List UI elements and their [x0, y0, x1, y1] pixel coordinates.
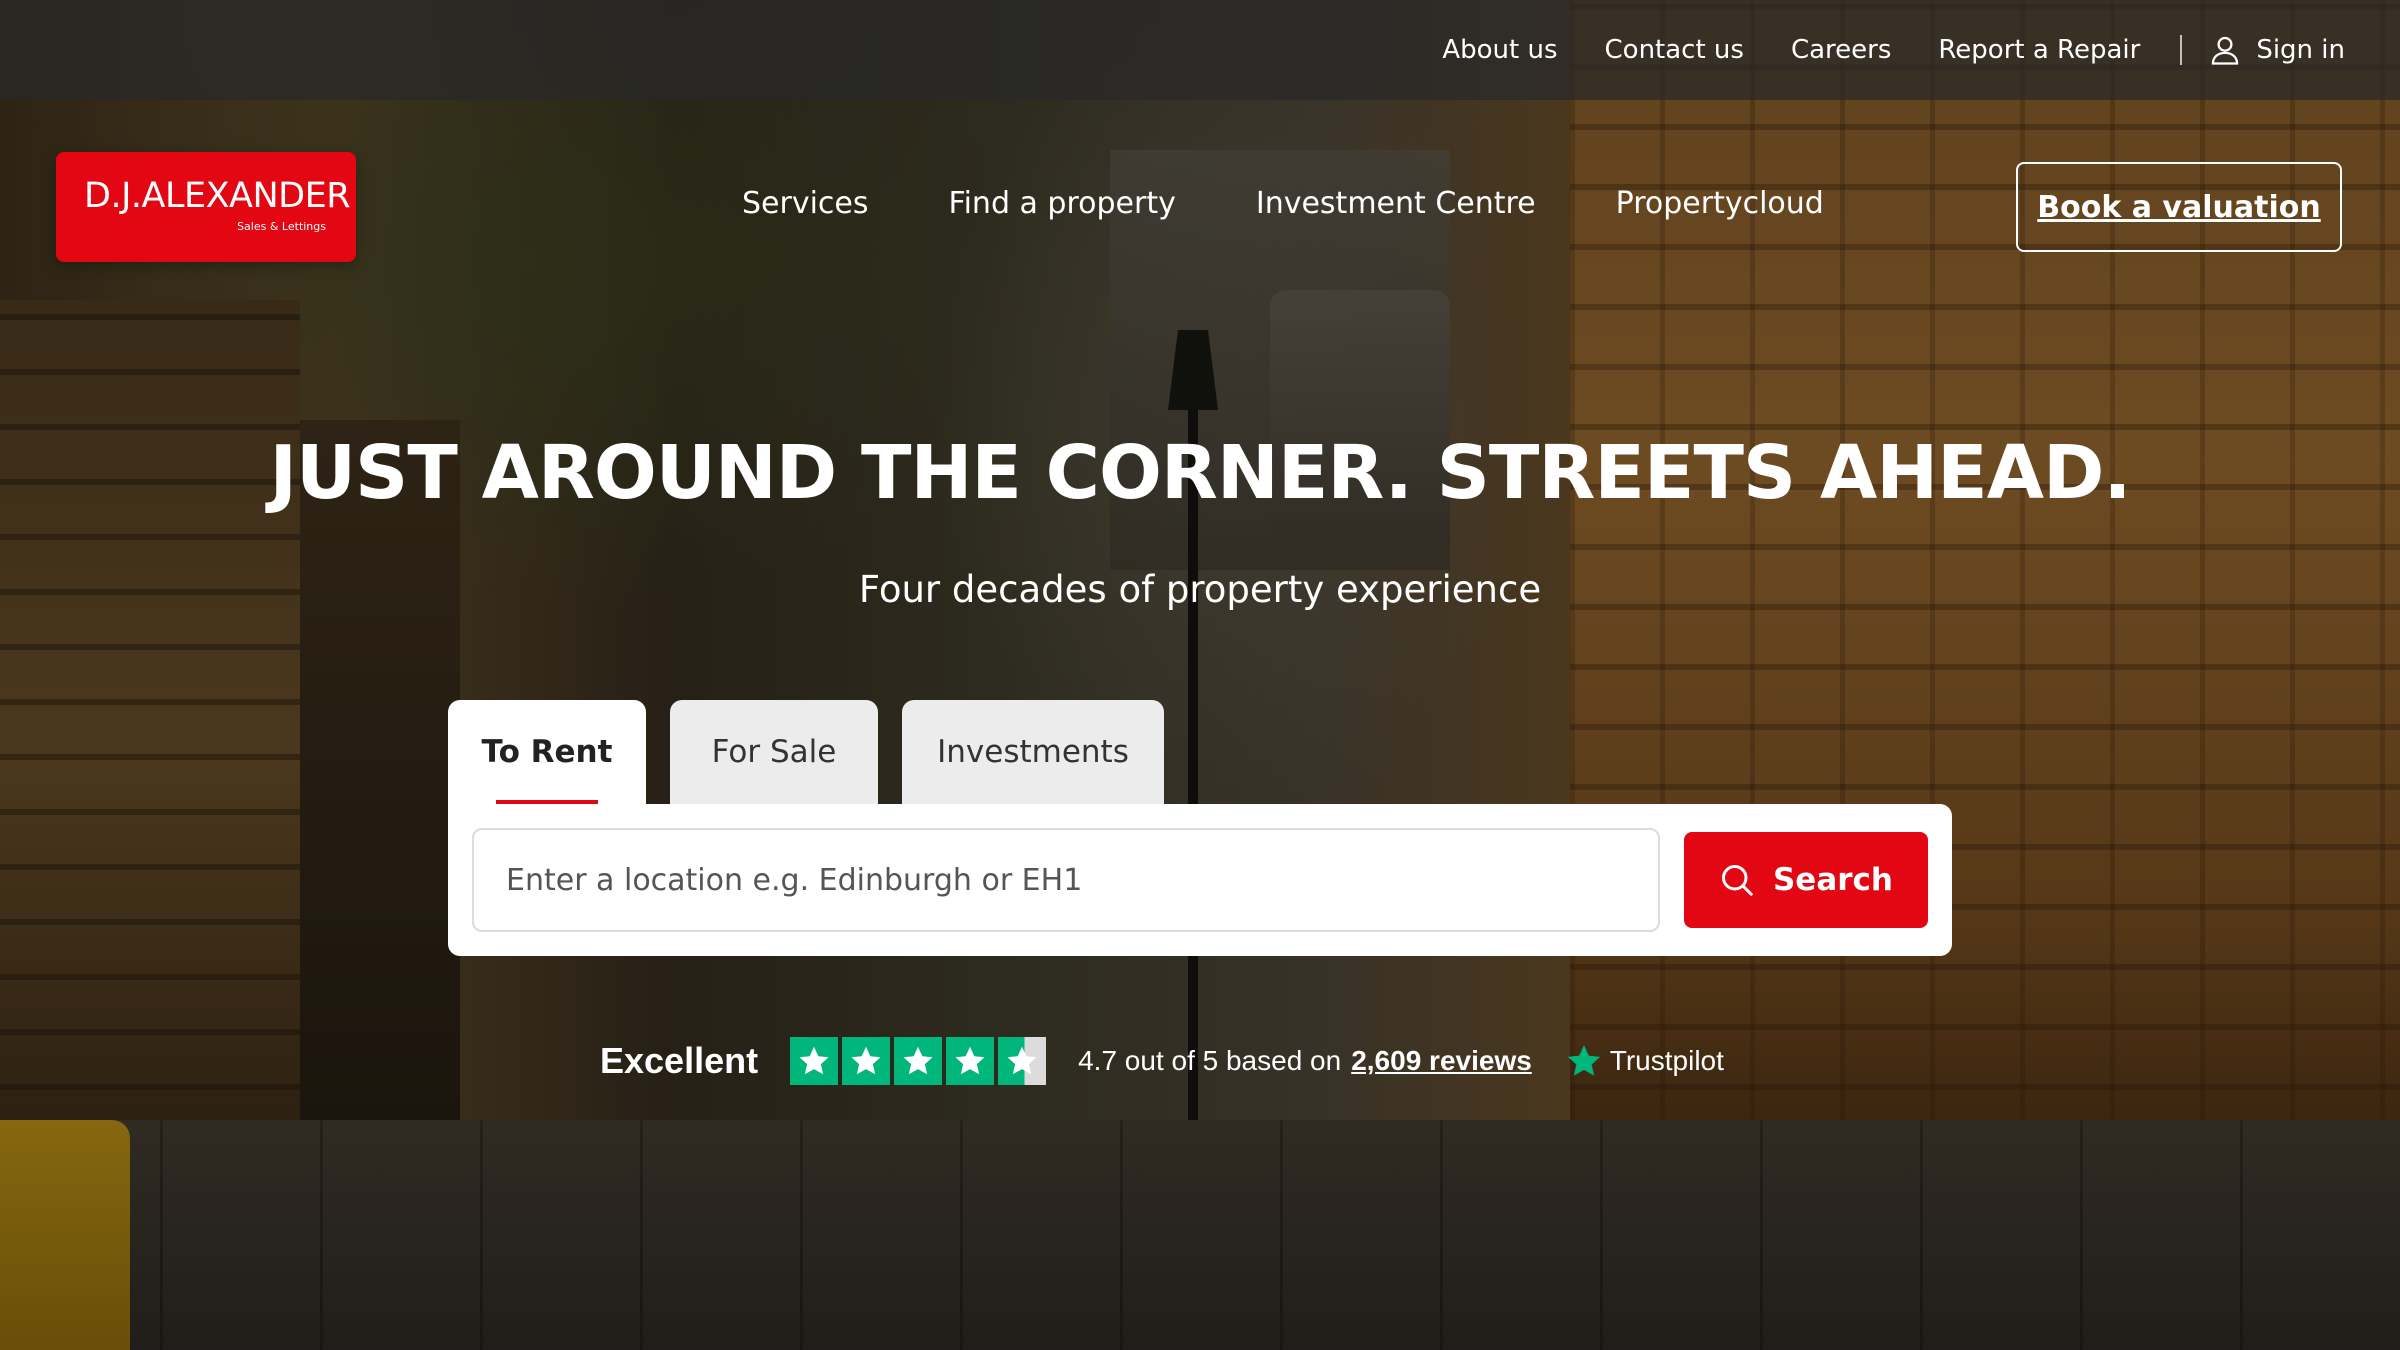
nav-investment-centre[interactable]: Investment Centre — [1256, 186, 1536, 221]
user-icon — [2212, 36, 2239, 65]
star-icon — [842, 1037, 891, 1085]
trustpilot-reviews-link[interactable]: 2,609 reviews — [1351, 1045, 1532, 1077]
tab-investments-label: Investments — [937, 734, 1129, 770]
report-repair-link[interactable]: Report a Repair — [1938, 35, 2140, 65]
trustpilot-brand: Trustpilot — [1609, 1045, 1724, 1076]
half-star-icon — [998, 1037, 1047, 1085]
hero-title: JUST AROUND THE CORNER. STREETS AHEAD. — [269, 430, 2131, 516]
contact-us-link[interactable]: Contact us — [1605, 35, 1744, 65]
trustpilot-verdict: Excellent — [600, 1040, 759, 1081]
utility-bar: About us Contact us Careers Report a Rep… — [0, 0, 2400, 100]
nav-propertycloud[interactable]: Propertycloud — [1616, 186, 1824, 221]
search-button[interactable]: Search — [1684, 832, 1928, 928]
nav-services[interactable]: Services — [742, 186, 869, 221]
utility-nav: About us Contact us Careers Report a Rep… — [1442, 0, 2345, 100]
trustpilot-stars — [790, 1037, 1047, 1085]
dj-alexander-logo[interactable]: D.J.ALEXANDER Sales & Lettings — [56, 152, 356, 262]
search-panel: Search — [448, 804, 1952, 956]
sign-in-label: Sign in — [2256, 35, 2345, 65]
tab-investments[interactable]: Investments — [902, 700, 1164, 804]
tab-to-rent[interactable]: To Rent — [448, 700, 646, 804]
logo-tagline: Sales & Lettings — [237, 220, 326, 233]
main-nav: Services Find a property Investment Cent… — [742, 186, 1904, 221]
location-search-input[interactable] — [472, 828, 1660, 932]
book-valuation-button[interactable]: Book a valuation — [2016, 162, 2342, 252]
about-us-link[interactable]: About us — [1442, 35, 1557, 65]
hero-subtitle: Four decades of property experience — [858, 568, 1542, 611]
logo-wordmark: D.J.ALEXANDER — [84, 176, 351, 216]
nav-find-property[interactable]: Find a property — [949, 186, 1176, 221]
star-icon — [790, 1037, 839, 1085]
tab-for-sale-label: For Sale — [711, 734, 837, 770]
careers-link[interactable]: Careers — [1791, 35, 1891, 65]
trustpilot-rating-text: 4.7 out of 5 based on — [1078, 1045, 1342, 1076]
sign-in-link[interactable]: Sign in — [2208, 33, 2345, 67]
tab-to-rent-label: To Rent — [481, 734, 613, 770]
trustpilot-widget[interactable]: Excellent 4.7 out of 5 based on 2,609 re… — [600, 1036, 1724, 1086]
star-icon — [946, 1037, 995, 1085]
search-button-label: Search — [1772, 862, 1893, 898]
trustpilot-logo: Trustpilot — [1564, 1041, 1724, 1081]
star-icon — [894, 1037, 943, 1085]
trustpilot-star-icon — [1567, 1045, 1600, 1076]
search-icon — [1721, 865, 1753, 896]
tab-for-sale[interactable]: For Sale — [670, 700, 878, 804]
utility-divider — [2180, 35, 2183, 65]
